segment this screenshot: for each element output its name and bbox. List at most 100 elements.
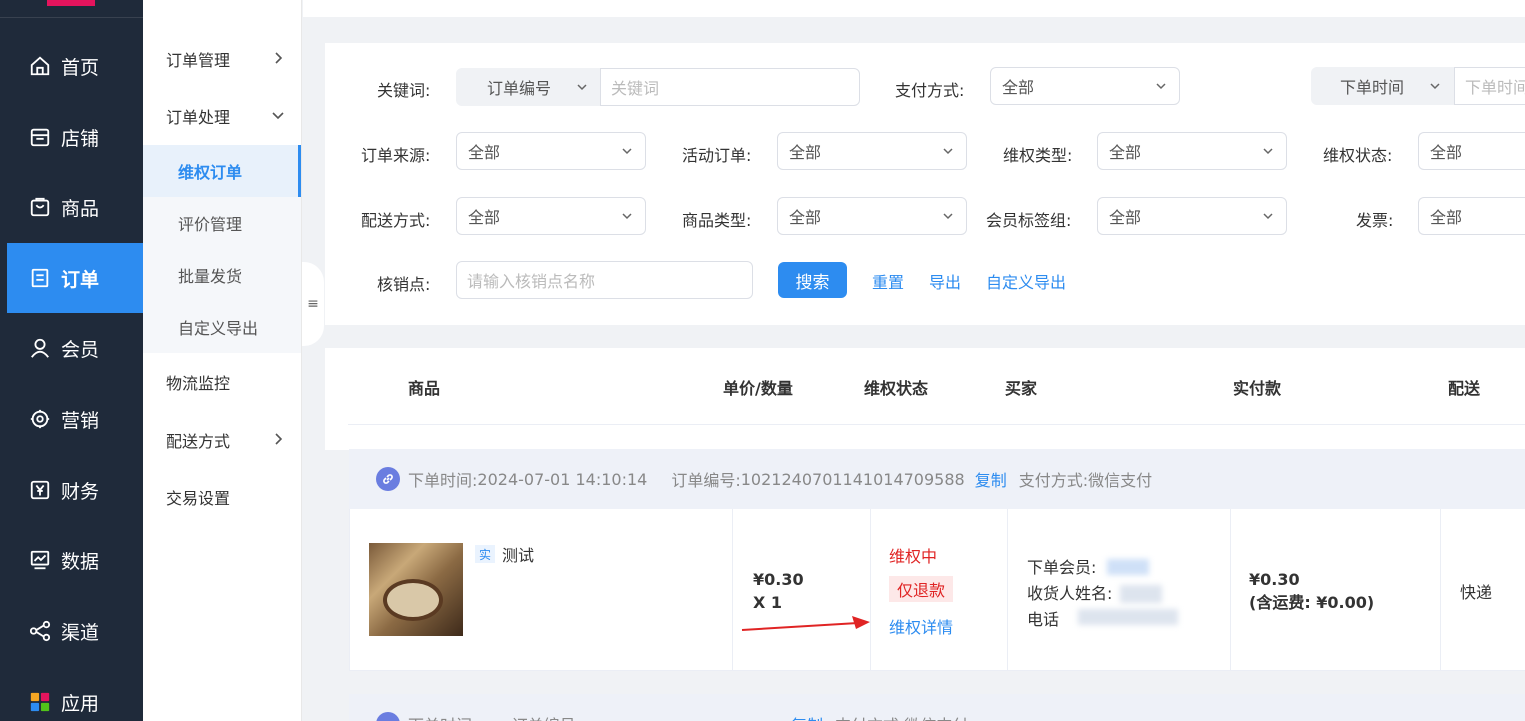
nav-store[interactable]: 店铺 — [7, 102, 143, 172]
order-time: 2024-07-01 14:10:14 — [477, 469, 648, 489]
nav-home-label: 首页 — [61, 56, 100, 79]
submenu-custom-export[interactable]: 自定义导出 — [143, 301, 301, 353]
store-icon — [30, 128, 50, 147]
nav-data[interactable]: 数据 — [7, 525, 143, 595]
link-icon — [376, 467, 400, 491]
nav-marketing[interactable]: 营销 — [7, 384, 143, 454]
nav-apps-label: 应用 — [61, 692, 100, 715]
search-button[interactable]: 搜索 — [778, 262, 847, 298]
refund-only-tag: 仅退款 — [889, 576, 954, 602]
divider — [870, 509, 871, 670]
submenu-order-manage[interactable]: 订单管理 — [143, 33, 301, 85]
order-pay: 微信支付 — [904, 712, 968, 721]
chevron-down-icon — [1263, 213, 1273, 220]
rights-detail-link[interactable]: 维权详情 — [889, 614, 953, 638]
nav-finance[interactable]: 财务 — [7, 455, 143, 525]
verify-point-label: 核销点: — [377, 275, 431, 294]
submenu-order-manage-label: 订单管理 — [166, 51, 231, 70]
column-header-price-qty: 单价/数量 — [723, 379, 793, 398]
goods-type-select[interactable]: 全部 — [777, 197, 967, 235]
column-header-paid: 实付款 — [1233, 379, 1282, 398]
export-button[interactable]: 导出 — [929, 269, 961, 293]
submenu-batch-ship[interactable]: 批量发货 — [143, 249, 301, 301]
time-type-select[interactable]: 下单时间 — [1311, 67, 1454, 105]
nav-channel-label: 渠道 — [61, 621, 100, 644]
nav-order[interactable]: 订单 — [7, 243, 143, 313]
order-pay-label: 支付方式: — [1018, 471, 1089, 490]
chevron-down-icon — [577, 84, 587, 91]
submenu-delivery[interactable]: 配送方式 — [143, 414, 301, 466]
order-no: 1021240701141014709588 — [740, 469, 965, 489]
marketing-icon — [30, 409, 50, 429]
keyword-input[interactable]: 关键词 — [600, 68, 860, 106]
keyword-label: 关键词: — [377, 81, 431, 100]
keyword-type-select[interactable]: 订单编号 — [456, 68, 601, 106]
submenu-batch-ship-label: 批量发货 — [178, 267, 243, 286]
member-tag-select[interactable]: 全部 — [1097, 197, 1287, 235]
nav-channel[interactable]: 渠道 — [7, 596, 143, 666]
submenu-order-process[interactable]: 订单处理 — [143, 90, 301, 142]
annotation-arrow-icon — [741, 616, 870, 631]
time-input[interactable]: 下单时间 — [1454, 67, 1525, 105]
collapse-menu-toggle[interactable]: ≡ — [302, 262, 324, 346]
custom-export-button[interactable]: 自定义导出 — [986, 269, 1066, 293]
rights-type-select[interactable]: 全部 — [1097, 132, 1287, 170]
order-row: 实 测试 ¥0.30 X 1 维权中 仅退款 维权详情 下单会员: 收货人姓名:… — [349, 509, 1525, 671]
unit-price-qty: ¥0.30 X 1 — [753, 568, 804, 614]
rights-status-label: 维权状态: — [1323, 146, 1393, 165]
time-type-value: 下单时间 — [1340, 78, 1405, 97]
rights-status-select[interactable]: 全部 — [1418, 132, 1525, 170]
chevron-down-icon — [1430, 83, 1440, 90]
nav-apps[interactable]: 应用 — [7, 667, 143, 721]
delivery-method-label: 配送方式: — [361, 211, 431, 230]
chevron-down-icon — [943, 148, 953, 155]
member-tag-label: 会员标签组: — [986, 211, 1072, 230]
invoice-select[interactable]: 全部 — [1418, 197, 1525, 235]
order-source-select[interactable]: 全部 — [456, 132, 646, 170]
redacted-phone — [1078, 609, 1178, 625]
goods-thumbnail[interactable] — [369, 543, 463, 636]
submenu-trade-settings[interactable]: 交易设置 — [143, 471, 301, 523]
nav-order-label: 订单 — [61, 268, 100, 291]
pay-method-select[interactable]: 全部 — [990, 67, 1180, 105]
main-sidebar: 首页 店铺 商品 订单 会员 营销 财务 数据 渠道 应用 — [0, 0, 143, 721]
buyer-member: 下单会员: — [1027, 558, 1097, 577]
submenu-delivery-label: 配送方式 — [166, 432, 231, 451]
unit-price: ¥0.30 — [753, 570, 804, 589]
delivery-method-select[interactable]: 全部 — [456, 197, 646, 235]
pay-method-label: 支付方式: — [895, 81, 965, 100]
copy-order-no-button[interactable]: 复制 — [975, 467, 1007, 491]
column-header-buyer: 买家 — [1005, 379, 1038, 398]
order-header: 下单时间: 2024-07-01 14:10:14 订单编号: 10212407… — [349, 449, 1525, 509]
submenu-logistics[interactable]: 物流监控 — [143, 356, 301, 408]
order-pay-label: 支付方式: — [835, 712, 904, 721]
time-placeholder: 下单时间 — [1465, 78, 1525, 97]
reset-button[interactable]: 重置 — [872, 269, 904, 293]
nav-product-label: 商品 — [61, 197, 100, 220]
invoice-label: 发票: — [1356, 211, 1394, 230]
nav-home[interactable]: 首页 — [7, 31, 143, 101]
copy-order-no-button[interactable]: 复制 — [791, 712, 823, 721]
activity-order-value: 全部 — [789, 143, 822, 162]
table-spacer — [325, 424, 1525, 450]
divider — [1007, 509, 1008, 670]
keyword-type-value: 订单编号 — [487, 79, 552, 98]
rights-status-value: 全部 — [1430, 143, 1463, 162]
divider — [1230, 509, 1231, 670]
nav-member[interactable]: 会员 — [7, 313, 143, 383]
submenu-rights-orders[interactable]: 维权订单 — [143, 145, 301, 197]
goods-name[interactable]: 测试 — [502, 542, 534, 566]
nav-product[interactable]: 商品 — [7, 172, 143, 242]
submenu-reviews[interactable]: 评价管理 — [143, 197, 301, 249]
chevron-down-icon — [1156, 83, 1166, 90]
submenu-order-process-label: 订单处理 — [166, 108, 231, 127]
verify-point-input[interactable]: 请输入核销点名称 — [456, 261, 753, 299]
quantity: X 1 — [753, 593, 783, 612]
invoice-value: 全部 — [1430, 208, 1463, 227]
submenu-rights-orders-label: 维权订单 — [178, 163, 243, 182]
activity-order-select[interactable]: 全部 — [777, 132, 967, 170]
submenu-reviews-label: 评价管理 — [178, 215, 243, 234]
order-no-label: 订单编号: — [512, 712, 581, 721]
order-header: 下单时间: 0 订单编号: 复制 支付方式: 微信支付 — [349, 694, 1525, 721]
delivery-method-value: 全部 — [468, 208, 501, 227]
